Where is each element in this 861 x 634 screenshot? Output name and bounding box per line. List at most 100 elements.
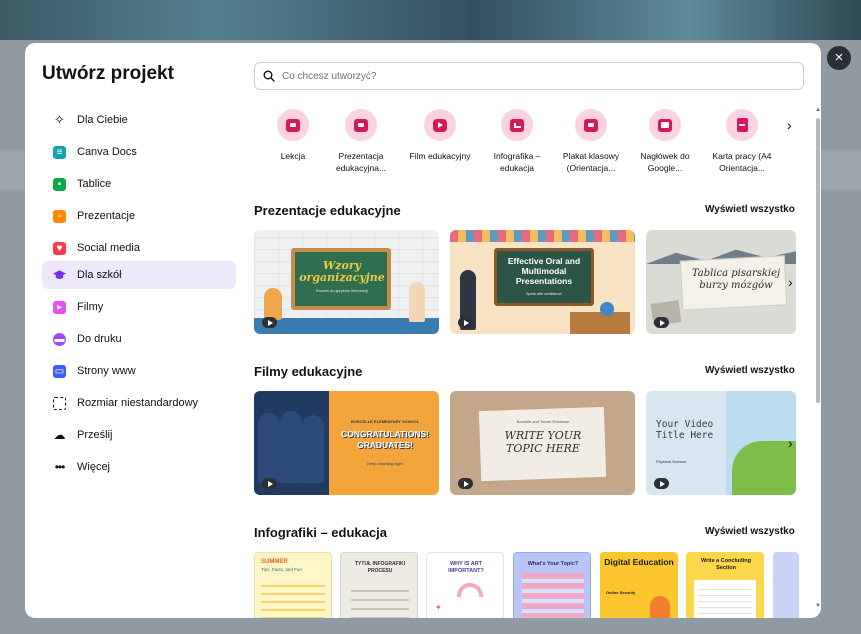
scroll-down-arrow[interactable]: ▼: [815, 603, 821, 609]
section-title-videos: Filmy edukacyjne: [254, 364, 363, 379]
card-subtitle: Physical Science: [656, 459, 687, 464]
chevron-right-icon[interactable]: ›: [788, 274, 793, 290]
video-play-icon: [458, 478, 473, 489]
category-karta-pracy[interactable]: Karta pracy (A4 Orientacja...: [706, 109, 778, 174]
sidebar-item-strony-www[interactable]: ▭ Strony www: [42, 357, 236, 385]
card-title: Your Video Title Here: [656, 419, 714, 441]
infographic-card-4[interactable]: What's Your Topic?: [513, 552, 591, 618]
modal-title: Utwórz projekt: [42, 63, 174, 84]
sidebar-item-label: Prześlij: [77, 429, 113, 441]
sidebar-item-dla-szkol[interactable]: Dla szkół: [42, 261, 236, 289]
video-play-icon: [262, 478, 277, 489]
card-school: BORCELLE ELEMENTARY SCHOOL: [350, 419, 420, 424]
infographic-card-7[interactable]: [773, 552, 799, 618]
infographic-card-5[interactable]: Digital Education Online Security: [600, 552, 678, 618]
sidebar-item-do-druku[interactable]: ▬ Do druku: [42, 325, 236, 353]
video-play-icon: [654, 317, 669, 328]
card-title: Write a Concluding Section: [700, 558, 751, 571]
sidebar-item-label: Tablice: [77, 178, 112, 190]
card-title: Wzory organizacyjne: [299, 259, 385, 284]
sidebar-item-rozmiar-niestandardowy[interactable]: Rozmiar niestandardowy: [42, 389, 236, 417]
video-play-icon: [424, 109, 456, 141]
category-label-line2: edukacja: [499, 163, 535, 173]
search-icon: [263, 70, 275, 82]
category-film-edukacyjny[interactable]: Film edukacyjny: [404, 109, 476, 162]
background-strip-right: [821, 150, 861, 190]
video-card-1[interactable]: BORCELLE ELEMENTARY SCHOOL CONGRATULATIO…: [254, 391, 439, 495]
card-subtitle: Speak with confidence!: [526, 292, 562, 296]
content-blocks: [522, 573, 584, 618]
sidebar: Utwórz projekt ✧ Dla Ciebie ≡ Canva Docs…: [25, 43, 247, 618]
presentation-card-2[interactable]: Effective Oral and Multimodal Presentati…: [450, 230, 635, 334]
card-subtitle: Keep reaching high!: [367, 461, 403, 466]
presentation-icon: [345, 109, 377, 141]
card-title: WHY IS ART IMPORTANT?: [448, 561, 484, 574]
presentation-card-3[interactable]: Tablica pisarskiej burzy mózgów: [646, 230, 796, 334]
video-card-3[interactable]: Your Video Title Here Physical Science: [646, 391, 796, 495]
video-icon: ▸: [53, 300, 66, 314]
sidebar-item-label: Do druku: [77, 333, 122, 345]
sidebar-item-filmy[interactable]: ▸ Filmy: [42, 293, 236, 321]
chevron-right-icon[interactable]: ›: [787, 117, 792, 133]
upload-icon: ☁: [53, 428, 66, 442]
see-all-presentations-link[interactable]: Wyświetl wszystko: [705, 204, 795, 215]
content-lines: [261, 579, 325, 618]
category-infografika-edukacja[interactable]: Infografika – edukacja: [481, 109, 553, 174]
poster-icon: [575, 109, 607, 141]
card-title: Tablica pisarskiej burzy mózgów: [691, 268, 781, 291]
sidebar-item-label: Prezentacje: [77, 210, 136, 222]
card-subtitle: Rozwiń do języków informacji: [315, 288, 369, 293]
sidebar-item-tablice[interactable]: ▪ Tablice: [42, 170, 236, 198]
background-banner: [0, 0, 861, 40]
sidebar-item-label: Rozmiar niestandardowy: [77, 397, 199, 409]
video-card-2[interactable]: Borcelle and Torren Robinson WRITE YOUR …: [450, 391, 635, 495]
category-plakat-klasowy[interactable]: Plakat klasowy (Orientacja...: [555, 109, 627, 174]
search-bar[interactable]: [254, 62, 804, 90]
infographic-card-6[interactable]: Write a Concluding Section: [686, 552, 764, 618]
card-title: SUMMER: [261, 559, 288, 565]
sidebar-item-label: Canva Docs: [77, 146, 137, 158]
sidebar-item-label: Dla szkół: [77, 269, 122, 281]
category-label-line1: Prezentacja: [338, 151, 384, 161]
sidebar-item-label: Social media: [77, 242, 140, 254]
sidebar-item-dla-ciebie[interactable]: ✧ Dla Ciebie: [42, 106, 236, 134]
category-prezentacja-edukacyjna[interactable]: Prezentacja edukacyjna...: [325, 109, 397, 174]
sidebar-item-label: Więcej: [77, 461, 111, 473]
category-naglowek-do-google[interactable]: Nagłówek do Google...: [629, 109, 701, 174]
category-label-line1: Film edukacyjny: [409, 151, 471, 161]
custom-size-icon: [53, 396, 66, 410]
scroll-up-arrow[interactable]: ▲: [815, 107, 821, 113]
graduate-figure: [302, 415, 324, 483]
content-lines: [698, 584, 752, 614]
category-label-line1: Lekcja: [280, 151, 306, 161]
video-play-icon: [654, 478, 669, 489]
chevron-right-icon[interactable]: ›: [788, 435, 793, 451]
student-figure: [264, 288, 282, 320]
see-all-videos-link[interactable]: Wyświetl wszystko: [705, 365, 795, 376]
sidebar-item-wiecej[interactable]: ••• Więcej: [42, 453, 236, 481]
close-button[interactable]: ×: [827, 46, 851, 70]
card-title: What's Your Topic?: [527, 561, 579, 567]
sidebar-item-przeslij[interactable]: ☁ Prześlij: [42, 421, 236, 449]
infographic-card-2[interactable]: TYTUŁ INFOGRAFIKI PROCESU: [340, 552, 418, 618]
graduation-cap-icon: [53, 269, 66, 282]
category-label-line2: edukacyjna...: [335, 163, 387, 173]
lesson-icon: [277, 109, 309, 141]
presentation-card-1[interactable]: Wzory organizacyjne Rozwiń do języków in…: [254, 230, 439, 334]
infographic-card-3[interactable]: WHY IS ART IMPORTANT? ✦: [426, 552, 504, 618]
website-icon: ▭: [53, 364, 66, 378]
sidebar-item-canva-docs[interactable]: ≡ Canva Docs: [42, 138, 236, 166]
card-title: TYTUŁ INFOGRAFIKI PROCESU: [355, 561, 405, 574]
presentation-icon: ▫: [53, 209, 66, 223]
content-lines: [351, 583, 409, 618]
see-all-infographics-link[interactable]: Wyświetl wszystko: [705, 526, 795, 537]
sidebar-item-social-media[interactable]: ♥ Social media: [42, 234, 236, 262]
scrollbar-thumb[interactable]: [816, 118, 820, 403]
sidebar-item-prezentacje[interactable]: ▫ Prezentacje: [42, 202, 236, 230]
bunting-flags: [450, 230, 635, 242]
category-lekcja[interactable]: Lekcja: [257, 109, 329, 162]
search-input[interactable]: [282, 70, 762, 82]
infographic-icon: [501, 109, 533, 141]
infographic-card-1[interactable]: SUMMER Tips, Facts, and Fun: [254, 552, 332, 618]
docs-icon: ≡: [53, 145, 66, 159]
